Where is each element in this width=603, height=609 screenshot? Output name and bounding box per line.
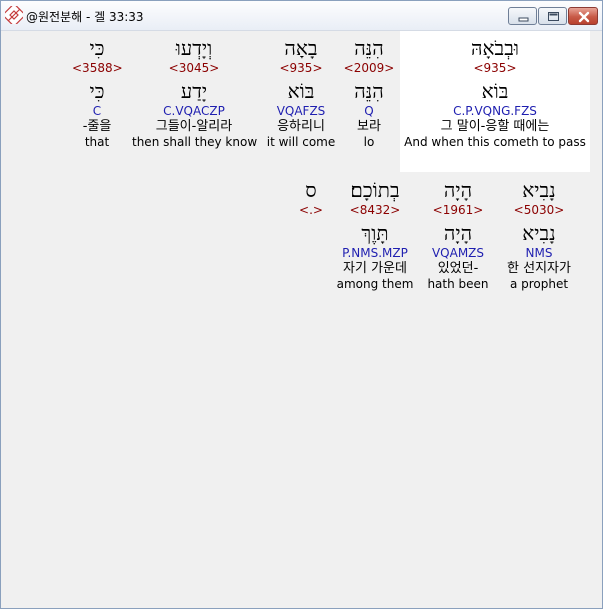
minimize-button[interactable] — [508, 7, 537, 25]
morphology-code: VQAFZS — [276, 104, 326, 118]
english-gloss: among them — [336, 277, 414, 291]
strong-number[interactable]: <8432> — [332, 203, 418, 217]
morphology-code: C.P.VQNG.FZS — [453, 104, 537, 118]
korean-gloss: 자기 가운데 — [343, 261, 407, 276]
hebrew-word: נָבִיא — [522, 178, 556, 202]
korean-gloss: 있었던- — [437, 261, 479, 276]
lemma-word: הִנֵּה — [354, 79, 384, 103]
word-block[interactable]: כִּי <3588> כִּי C -줄을 that — [72, 36, 123, 149]
strong-number[interactable]: <3588> — [72, 61, 123, 75]
word-block[interactable]: וְיָדְעוּ <3045> יָדַע C.VQACZP 그들이-알리라 … — [132, 36, 258, 149]
hebrew-word: וְיָדְעוּ — [175, 36, 213, 60]
english-gloss: that — [84, 135, 110, 149]
lemma-word: כִּי — [89, 79, 105, 103]
korean-gloss: -줄을 — [82, 119, 112, 134]
korean-gloss: 보라 — [357, 119, 381, 134]
strong-number[interactable]: <935> — [264, 61, 338, 75]
lemma-word: יָדַע — [180, 79, 208, 103]
word-block[interactable]: וּבְבֹאָהּ <935> בּוֹא C.P.VQNG.FZS 그 말이… — [400, 36, 590, 149]
korean-gloss: 한 선지자가 — [507, 261, 571, 276]
lemma-word: נָבִיא — [522, 221, 556, 245]
app-icon[interactable] — [2, 3, 26, 27]
strong-number[interactable]: <3045> — [132, 61, 256, 75]
close-button[interactable] — [568, 7, 598, 25]
close-icon — [578, 11, 590, 23]
maximize-icon — [548, 12, 559, 21]
korean-gloss: 그 말이-응할 때에는 — [440, 119, 550, 134]
lemma-word: תָּוֶךְ — [361, 221, 389, 245]
strong-number[interactable]: <935> — [400, 61, 590, 75]
morphology-code: NMS — [525, 246, 553, 260]
hebrew-word: הָיָה — [443, 178, 473, 202]
window-controls — [507, 7, 598, 25]
window-title: @원전분해 - 겔 33:33 — [26, 10, 144, 24]
application-window: @원전분해 - 겔 33:33 וּבְבֹאָהּ <935> בּוֹא C… — [0, 0, 603, 609]
word-block[interactable]: הִנֵּה <2009> הִנֵּה Q 보라 lo — [338, 36, 400, 149]
korean-gloss: 응하리니 — [277, 119, 325, 134]
word-block[interactable]: נָבִיא <5030> נָבִיא NMS 한 선지자가 a prophe… — [496, 178, 582, 291]
lemma-word: הָיָה — [443, 221, 473, 245]
word-block[interactable]: הָיָה <1961> הָיָה VQAMZS 있었던- hath been — [426, 178, 490, 291]
english-gloss: lo — [363, 135, 375, 149]
lemma-word: בּוֹא — [481, 79, 509, 103]
hebrew-word: וּבְבֹאָהּ — [471, 36, 519, 60]
hebrew-word: כִּי — [89, 36, 105, 60]
morphology-code: C.VQACZP — [163, 104, 225, 118]
word-block[interactable]: בְתוֹכָם׃ <8432> תָּוֶךְ P.NMS.MZP 자기 가운… — [332, 178, 418, 291]
hebrew-word: בָאָה — [284, 36, 318, 60]
title-bar[interactable]: @원전분해 - 겔 33:33 — [1, 1, 602, 31]
strong-number[interactable]: <1961> — [426, 203, 490, 217]
english-gloss: it will come — [266, 135, 336, 149]
hebrew-word: ס — [305, 178, 317, 202]
hebrew-word: הִנֵּה — [354, 36, 384, 60]
english-gloss: then shall they know — [132, 135, 258, 149]
morphology-code: VQAMZS — [431, 246, 485, 260]
strong-number[interactable]: <.> — [296, 203, 326, 217]
maximize-button[interactable] — [538, 7, 567, 25]
analysis-pane: וּבְבֹאָהּ <935> בּוֹא C.P.VQNG.FZS 그 말이… — [2, 31, 601, 608]
strong-number[interactable]: <2009> — [338, 61, 400, 75]
english-gloss: hath been — [427, 277, 489, 291]
hebrew-word: בְתוֹכָם׃ — [350, 178, 400, 202]
morphology-code: C — [92, 104, 102, 118]
morphology-code: Q — [364, 104, 374, 118]
english-gloss: a prophet — [509, 277, 569, 291]
word-block[interactable]: בָאָה <935> בּוֹא VQAFZS 응하리니 it will co… — [264, 36, 338, 149]
english-gloss: And when this cometh to pass — [404, 135, 586, 149]
strong-number[interactable]: <5030> — [496, 203, 582, 217]
lemma-word: בּוֹא — [287, 79, 315, 103]
morphology-code: P.NMS.MZP — [342, 246, 408, 260]
korean-gloss: 그들이-알리라 — [155, 119, 233, 134]
minimize-icon — [518, 17, 529, 22]
word-block[interactable]: ס <.> — [296, 178, 326, 217]
